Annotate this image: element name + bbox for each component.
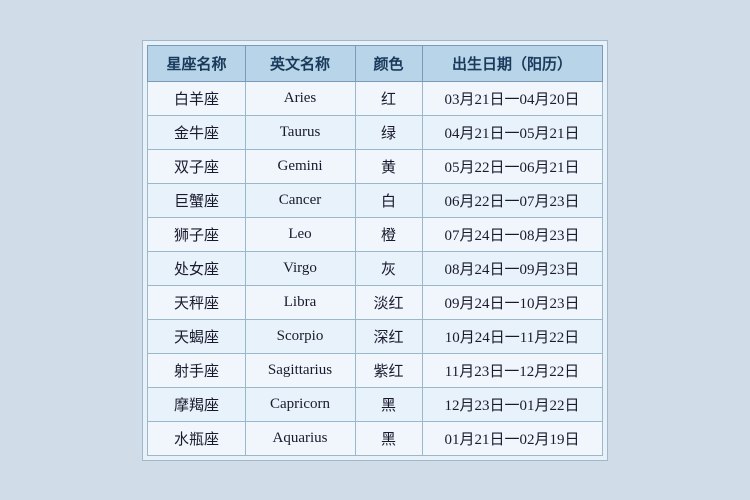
cell-chinese: 巨蟹座 [148, 183, 245, 217]
cell-chinese: 狮子座 [148, 217, 245, 251]
cell-date: 04月21日一05月21日 [422, 115, 602, 149]
table-row: 巨蟹座Cancer白06月22日一07月23日 [148, 183, 602, 217]
cell-english: Aries [245, 81, 355, 115]
cell-date: 12月23日一01月22日 [422, 387, 602, 421]
table-row: 摩羯座Capricorn黑12月23日一01月22日 [148, 387, 602, 421]
cell-color: 橙 [355, 217, 422, 251]
cell-chinese: 射手座 [148, 353, 245, 387]
table-row: 处女座Virgo灰08月24日一09月23日 [148, 251, 602, 285]
cell-color: 红 [355, 81, 422, 115]
table-row: 天秤座Libra淡红09月24日一10月23日 [148, 285, 602, 319]
cell-chinese: 金牛座 [148, 115, 245, 149]
cell-chinese: 天秤座 [148, 285, 245, 319]
cell-color: 白 [355, 183, 422, 217]
table-row: 金牛座Taurus绿04月21日一05月21日 [148, 115, 602, 149]
cell-color: 灰 [355, 251, 422, 285]
cell-english: Leo [245, 217, 355, 251]
table-header-row: 星座名称 英文名称 颜色 出生日期（阳历） [148, 45, 602, 81]
cell-chinese: 双子座 [148, 149, 245, 183]
table-row: 射手座Sagittarius紫红11月23日一12月22日 [148, 353, 602, 387]
cell-chinese: 天蝎座 [148, 319, 245, 353]
cell-english: Virgo [245, 251, 355, 285]
cell-color: 深红 [355, 319, 422, 353]
cell-date: 08月24日一09月23日 [422, 251, 602, 285]
cell-date: 05月22日一06月21日 [422, 149, 602, 183]
cell-chinese: 处女座 [148, 251, 245, 285]
cell-chinese: 白羊座 [148, 81, 245, 115]
cell-color: 绿 [355, 115, 422, 149]
cell-date: 01月21日一02月19日 [422, 421, 602, 455]
cell-color: 淡红 [355, 285, 422, 319]
cell-english: Sagittarius [245, 353, 355, 387]
cell-date: 10月24日一11月22日 [422, 319, 602, 353]
zodiac-table-container: 星座名称 英文名称 颜色 出生日期（阳历） 白羊座Aries红03月21日一04… [142, 40, 607, 461]
cell-date: 03月21日一04月20日 [422, 81, 602, 115]
table-row: 水瓶座Aquarius黑01月21日一02月19日 [148, 421, 602, 455]
cell-english: Libra [245, 285, 355, 319]
cell-color: 紫红 [355, 353, 422, 387]
cell-color: 黑 [355, 387, 422, 421]
cell-date: 09月24日一10月23日 [422, 285, 602, 319]
cell-english: Gemini [245, 149, 355, 183]
table-row: 天蝎座Scorpio深红10月24日一11月22日 [148, 319, 602, 353]
header-english: 英文名称 [245, 45, 355, 81]
cell-english: Scorpio [245, 319, 355, 353]
cell-english: Taurus [245, 115, 355, 149]
cell-chinese: 水瓶座 [148, 421, 245, 455]
cell-date: 07月24日一08月23日 [422, 217, 602, 251]
table-row: 狮子座Leo橙07月24日一08月23日 [148, 217, 602, 251]
cell-date: 06月22日一07月23日 [422, 183, 602, 217]
header-color: 颜色 [355, 45, 422, 81]
header-date: 出生日期（阳历） [422, 45, 602, 81]
cell-english: Cancer [245, 183, 355, 217]
table-row: 双子座Gemini黄05月22日一06月21日 [148, 149, 602, 183]
table-row: 白羊座Aries红03月21日一04月20日 [148, 81, 602, 115]
cell-color: 黄 [355, 149, 422, 183]
cell-english: Capricorn [245, 387, 355, 421]
cell-color: 黑 [355, 421, 422, 455]
cell-english: Aquarius [245, 421, 355, 455]
header-chinese: 星座名称 [148, 45, 245, 81]
zodiac-table: 星座名称 英文名称 颜色 出生日期（阳历） 白羊座Aries红03月21日一04… [147, 45, 602, 456]
cell-chinese: 摩羯座 [148, 387, 245, 421]
cell-date: 11月23日一12月22日 [422, 353, 602, 387]
